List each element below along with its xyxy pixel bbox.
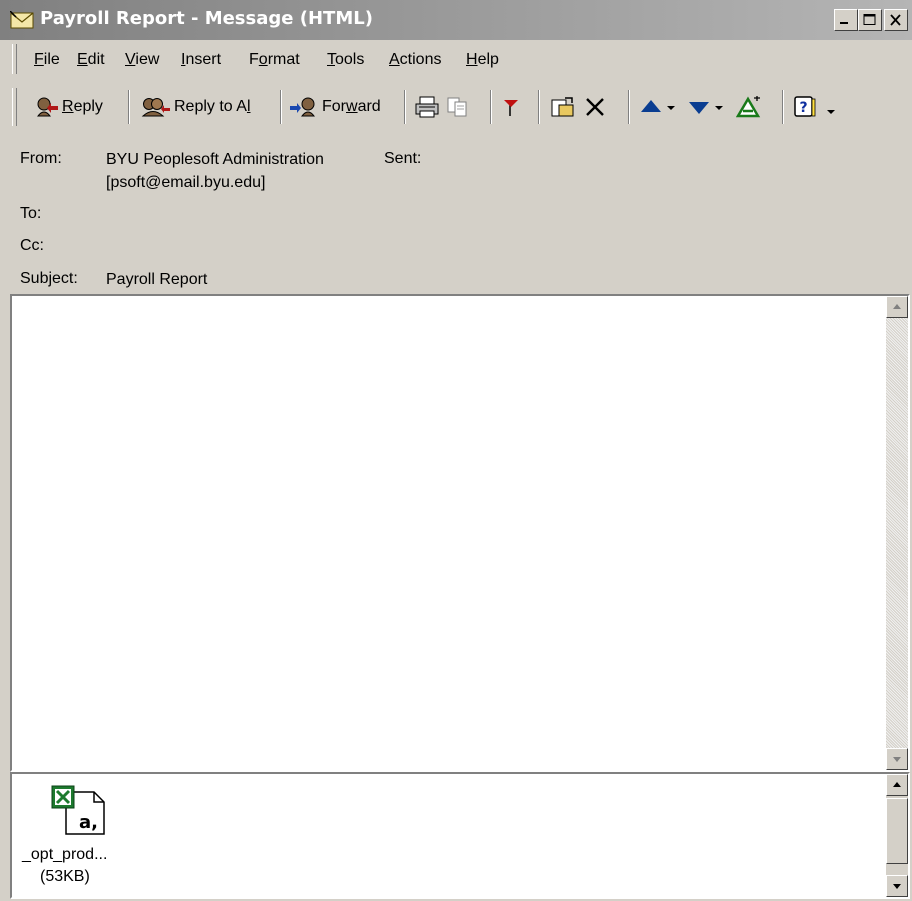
attachment-scroll-thumb[interactable] [886, 798, 908, 864]
close-icon [890, 14, 901, 26]
up-arrow-icon [641, 100, 661, 112]
standard-toolbar: Reply Reply to Al Forward ? [0, 82, 912, 134]
delete-x-icon [586, 98, 604, 116]
maximize-button[interactable] [858, 9, 882, 31]
down-arrow-icon [689, 102, 709, 114]
reply-button[interactable]: Reply [34, 90, 103, 124]
toolbar-separator [404, 90, 406, 124]
scroll-down-icon [893, 884, 901, 889]
help-icon: ? [794, 96, 816, 117]
toolbar-separator [782, 90, 784, 124]
subject-value: Payroll Report [106, 271, 208, 288]
chevron-down-icon [715, 106, 723, 110]
copy-button [446, 90, 470, 124]
close-button[interactable] [884, 9, 908, 31]
previous-item-dropdown[interactable] [666, 90, 676, 124]
body-scroll-down-button[interactable] [886, 748, 908, 770]
subject-label: Subject: [20, 270, 78, 287]
chevron-down-icon [827, 110, 835, 114]
menu-file[interactable]: File [34, 51, 60, 69]
minimize-icon [840, 22, 848, 24]
menu-grip [12, 44, 17, 74]
menu-help[interactable]: Help [466, 51, 499, 69]
from-email: [psoft@email.byu.edu] [106, 174, 266, 191]
excel-file-icon: a, [51, 785, 105, 835]
menu-edit[interactable]: Edit [77, 51, 105, 69]
address-book-button[interactable] [736, 90, 762, 124]
envelope-icon [10, 11, 34, 29]
forward-icon [290, 97, 316, 117]
toolbar-separator [538, 90, 540, 124]
sent-label: Sent: [384, 150, 422, 167]
move-to-folder-button[interactable] [550, 90, 576, 124]
attachment-scroll-up-button[interactable] [886, 774, 908, 796]
menu-tools[interactable]: Tools [327, 51, 364, 69]
window-title: Payroll Report - Message (HTML) [40, 8, 373, 29]
maximize-icon [863, 14, 876, 25]
attachment-size: (53KB) [40, 868, 90, 885]
reply-icon [36, 97, 58, 117]
forward-button[interactable]: Forward [290, 90, 381, 124]
from-label: From: [20, 150, 62, 167]
attachment-name[interactable]: _opt_prod... [22, 846, 107, 864]
message-body[interactable] [12, 296, 886, 770]
svg-text:?: ? [799, 100, 807, 116]
to-label: To: [20, 205, 42, 222]
flag-icon [504, 100, 518, 116]
cc-label: Cc: [20, 237, 44, 254]
attachment-scroll-down-button[interactable] [886, 875, 908, 897]
menu-actions[interactable]: Actions [389, 51, 441, 69]
scroll-up-icon [893, 782, 901, 787]
svg-text:a,: a, [79, 812, 98, 833]
reply-all-icon [141, 98, 170, 117]
title-bar[interactable]: Payroll Report - Message (HTML) [0, 0, 912, 40]
toolbar-grip [12, 88, 17, 126]
printer-icon [415, 96, 439, 118]
menu-insert[interactable]: Insert [181, 51, 221, 69]
menu-view[interactable]: View [125, 51, 159, 69]
menu-format[interactable]: Format [249, 51, 300, 69]
delete-button[interactable] [584, 90, 606, 124]
body-scroll-up-button[interactable] [886, 296, 908, 318]
toolbar-separator [628, 90, 630, 124]
help-dropdown[interactable] [824, 90, 838, 124]
attachment-pane: a, _opt_prod... (53KB) [10, 772, 910, 899]
minimize-button[interactable] [834, 9, 858, 31]
help-button[interactable]: ? [792, 90, 818, 124]
body-scrollbar[interactable] [886, 296, 908, 770]
address-book-icon [736, 96, 761, 118]
toolbar-separator [128, 90, 130, 124]
from-name: BYU Peoplesoft Administration [106, 151, 324, 168]
move-to-folder-icon [551, 97, 574, 117]
chevron-down-icon [667, 106, 675, 110]
next-item-dropdown[interactable] [714, 90, 724, 124]
menu-bar: File Edit View Insert Format Tools Actio… [0, 42, 912, 78]
next-item-button[interactable] [688, 90, 710, 124]
attachment-scrollbar[interactable] [886, 774, 908, 897]
toolbar-separator [280, 90, 282, 124]
toolbar-separator [490, 90, 492, 124]
print-button[interactable] [414, 90, 440, 124]
excel-attachment[interactable]: a, [50, 784, 110, 836]
scroll-up-icon [893, 304, 901, 309]
scroll-down-icon [893, 757, 901, 762]
copy-icon [447, 97, 467, 117]
previous-item-button[interactable] [640, 90, 662, 124]
reply-all-button[interactable]: Reply to Al [140, 90, 251, 124]
message-body-frame [10, 294, 910, 772]
follow-up-flag-button[interactable] [500, 90, 522, 124]
